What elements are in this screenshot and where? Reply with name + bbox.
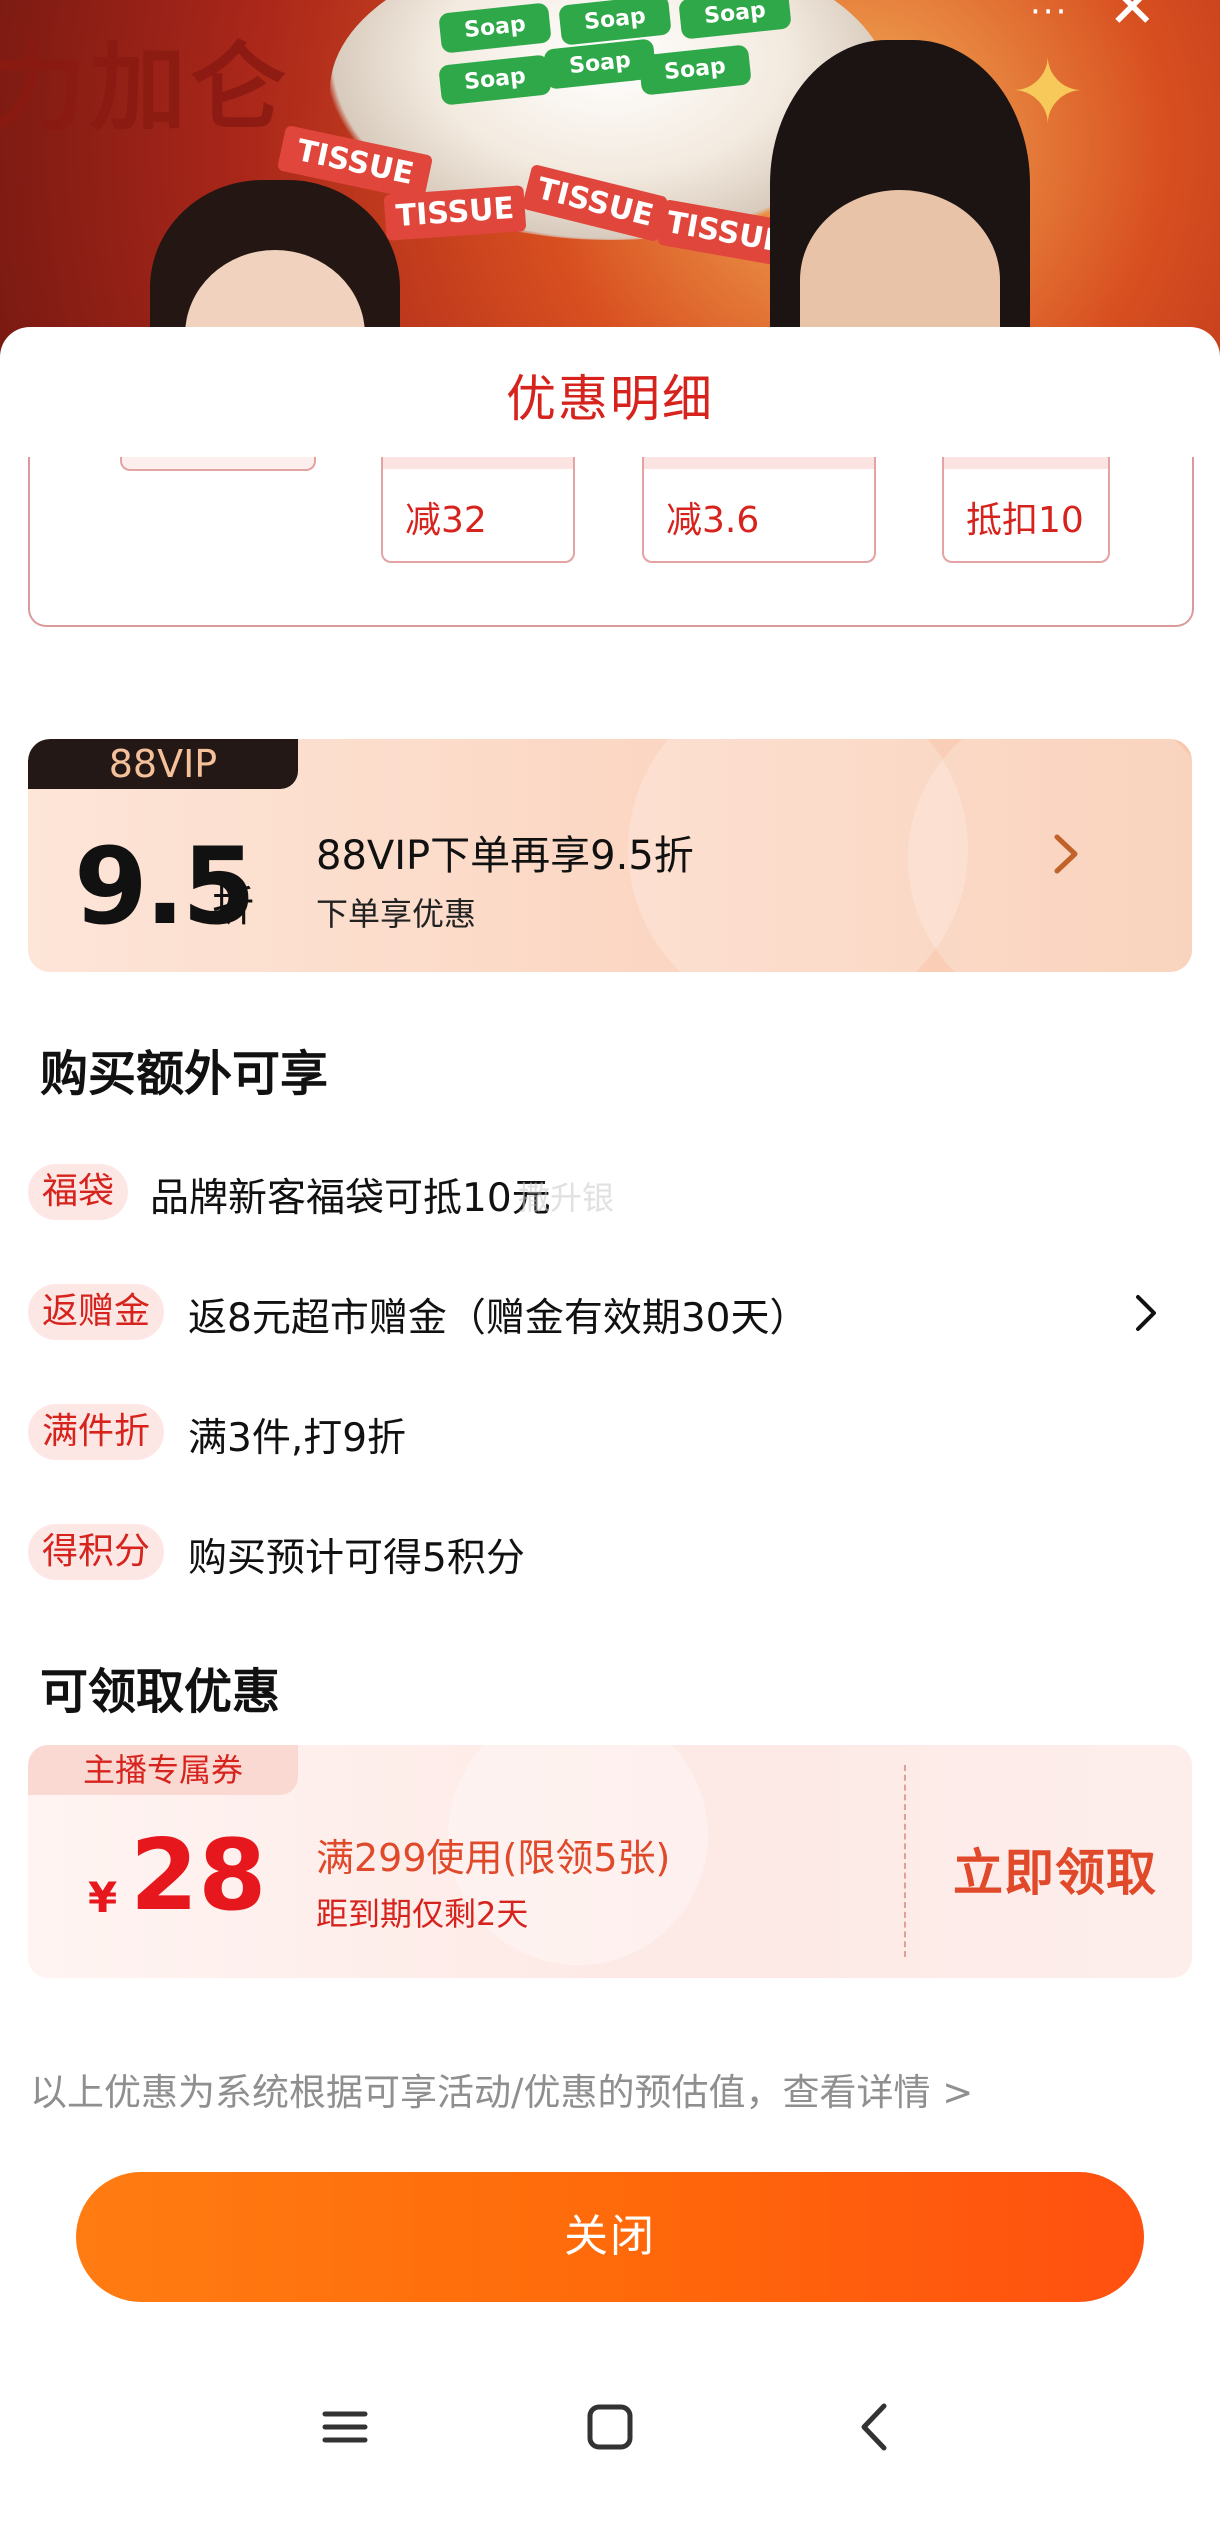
coupon-card: 主播专属券 ¥ 28 满299使用(限领5张) 距到期仅剩2天 立即领取 xyxy=(28,1745,1192,1978)
system-nav-bar xyxy=(0,2372,1220,2497)
section-title-extra-benefits: 购买额外可享 xyxy=(40,1046,329,1102)
calc-chip-label: 抵扣10 xyxy=(966,500,1084,541)
calc-chip-deduct-10: 抵扣10 xyxy=(942,457,1110,563)
calc-chip-reduce-32: 减32 xyxy=(381,457,575,563)
discount-detail-sheet: 优惠明细 减32 减3.6 抵扣10 88VIP 9.5 折 88VIP下单再享… xyxy=(0,327,1220,2525)
coupon-expiry: 距到期仅剩2天 xyxy=(316,1895,529,1933)
estimate-footnote-link[interactable]: 以上优惠为系统根据可享活动/优惠的预估值，查看详情 > xyxy=(30,2062,973,2116)
benefit-tag: 返赠金 xyxy=(28,1284,165,1340)
vip-title: 88VIP下单再享9.5折 xyxy=(316,833,694,879)
vip-discount-unit: 折 xyxy=(212,882,255,931)
section-title-claimable: 可领取优惠 xyxy=(40,1664,281,1720)
coupon-divider xyxy=(904,1765,906,1957)
coupon-tag: 主播专属券 xyxy=(28,1745,298,1795)
calc-chip-label: 减32 xyxy=(405,500,487,541)
home-icon[interactable] xyxy=(570,2392,650,2462)
calc-price-chip xyxy=(120,457,316,471)
benefit-row-return-gold[interactable]: 返赠金 返8元超市赠金（赠金有效期30天） xyxy=(28,1277,1192,1347)
coupon-condition: 满299使用(限领5张) xyxy=(316,1836,671,1880)
vip-badge: 88VIP xyxy=(28,739,298,789)
menu-icon[interactable] xyxy=(305,2392,385,2462)
vip-subtitle: 下单享优惠 xyxy=(316,895,477,933)
background-live-video: 力加仑 Soap Soap Soap Soap Soap Soap TISSUE… xyxy=(0,0,1220,360)
chevron-right-icon[interactable] xyxy=(1126,1291,1166,1335)
chevron-right-icon[interactable] xyxy=(1041,829,1091,879)
background-tissue-label: TISSUE xyxy=(383,185,527,241)
benefit-text: 满3件,打9折 xyxy=(188,1416,407,1461)
benefit-text: 品牌新客福袋可抵10元 xyxy=(150,1176,551,1221)
sheet-title: 优惠明细 xyxy=(506,370,714,428)
coupon-currency: ¥ xyxy=(88,1873,118,1922)
close-button[interactable]: 关闭 xyxy=(76,2172,1144,2302)
benefit-row-lucky-bag: 福袋 品牌新客福袋可抵10元 撒升银 xyxy=(28,1157,1192,1227)
benefit-tag: 满件折 xyxy=(28,1404,165,1460)
calc-chip-reduce-3-6: 减3.6 xyxy=(642,457,876,563)
benefit-tag: 福袋 xyxy=(28,1164,129,1220)
claim-coupon-button[interactable]: 立即领取 xyxy=(953,1833,1157,1905)
coupon-amount: 28 xyxy=(130,1819,267,1933)
discount-calculation-box: 减32 减3.6 抵扣10 xyxy=(28,457,1194,627)
back-icon[interactable] xyxy=(836,2392,916,2462)
benefit-text: 返8元超市赠金（赠金有效期30天） xyxy=(188,1296,809,1341)
watermark-text: 撒升银 xyxy=(518,1179,615,1217)
benefit-tag: 得积分 xyxy=(28,1524,165,1580)
background-banner-text: 力加仑 xyxy=(0,32,290,144)
benefit-row-multi-item-discount: 满件折 满3件,打9折 xyxy=(28,1397,1192,1467)
benefit-text: 购买预计可得5积分 xyxy=(188,1536,525,1581)
vip-discount-card[interactable]: 88VIP 9.5 折 88VIP下单再享9.5折 下单享优惠 xyxy=(28,739,1192,972)
calc-chip-label: 减3.6 xyxy=(666,500,760,541)
live-close-icon[interactable]: ✕ xyxy=(1108,0,1157,36)
sparkle-icon: ✦ xyxy=(1010,40,1086,145)
benefit-row-points: 得积分 购买预计可得5积分 xyxy=(28,1517,1192,1587)
more-icon[interactable]: ··· xyxy=(1030,0,1068,32)
